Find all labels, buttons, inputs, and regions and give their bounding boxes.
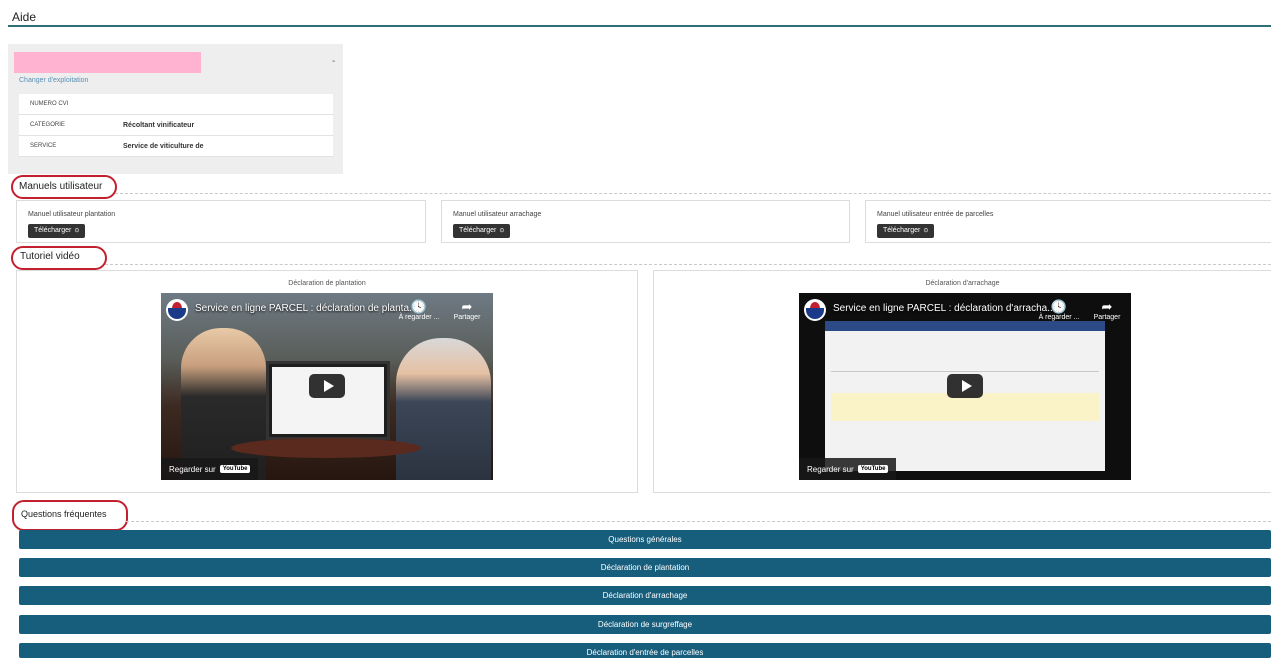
channel-logo-icon [804, 299, 826, 321]
presenter-figure [396, 338, 491, 480]
play-button-icon[interactable] [947, 374, 983, 398]
info-label: NUMERO CVI [30, 101, 69, 107]
manual-card-entree-parcelles: Manuel utilisateur entrée de parcelles T… [865, 200, 1271, 243]
video-overlay-title[interactable]: Service en ligne PARCEL : déclaration d'… [833, 303, 1056, 314]
info-label: CATEGORIE [30, 122, 65, 128]
info-value: Service de viticulture de [123, 142, 204, 150]
download-plantation-button[interactable]: Télécharger ⊙ [28, 224, 86, 238]
redacted-exploitation-name [14, 52, 201, 73]
manual-title: Manuel utilisateur entrée de parcelles [877, 211, 994, 218]
table-surface [231, 438, 421, 458]
download-label: Télécharger [883, 227, 921, 234]
faq-divider [126, 521, 1271, 522]
share-label: Partager [453, 314, 481, 321]
info-row-categorie: CATEGORIE Récoltant vinificateur [19, 115, 333, 136]
video-player-plantation[interactable]: Service en ligne PARCEL : déclaration de… [161, 293, 493, 480]
faq-questions-generales[interactable]: Questions générales [19, 530, 1271, 549]
info-row-service: SERVICE Service de viticulture de [19, 136, 333, 157]
faq-declaration-arrachage[interactable]: Déclaration d'arrachage [19, 586, 1271, 605]
video-player-arrachage[interactable]: Service en ligne PARCEL : déclaration d'… [799, 293, 1131, 480]
video-card-plantation: Déclaration de plantation Service en lig… [16, 270, 638, 493]
download-entree-parcelles-button[interactable]: Télécharger ⊙ [877, 224, 935, 238]
download-label: Télécharger [459, 227, 497, 234]
faq-declaration-entree-parcelles[interactable]: Déclaration d'entrée de parcelles [19, 643, 1271, 658]
download-icon: ⊙ [74, 228, 80, 234]
manuals-divider [115, 193, 1271, 194]
faq-declaration-surgreffage[interactable]: Déclaration de surgreffage [19, 615, 1271, 634]
manual-title: Manuel utilisateur arrachage [453, 211, 542, 218]
info-label: SERVICE [30, 143, 57, 149]
watch-on-label: Regarder sur [807, 464, 854, 474]
monitor-screen [266, 361, 390, 440]
share-button[interactable]: ➦ Partager [1085, 299, 1129, 321]
watch-on-label: Regarder sur [169, 464, 216, 474]
video-card-arrachage: Déclaration d'arrachage Service en ligne… [653, 270, 1271, 493]
manual-card-arrachage: Manuel utilisateur arrachage Télécharger… [441, 200, 850, 243]
exploitation-card: - Changer d'exploitation NUMERO CVI CATE… [8, 44, 343, 174]
watch-later-label: À regarder ... [398, 314, 440, 321]
channel-logo-icon [166, 299, 188, 321]
download-icon: ⊙ [923, 228, 929, 234]
download-icon: ⊙ [499, 228, 505, 234]
info-row-cvi: NUMERO CVI [19, 94, 333, 115]
share-label: Partager [1093, 314, 1121, 321]
change-exploitation-link[interactable]: Changer d'exploitation [19, 77, 88, 84]
faq-declaration-plantation[interactable]: Déclaration de plantation [19, 558, 1271, 577]
screen-capture-line [831, 371, 1099, 372]
download-label: Télécharger [34, 227, 72, 234]
watch-later-button[interactable]: 🕓 À regarder ... [397, 299, 441, 321]
videos-heading: Tutoriel vidéo [20, 251, 80, 262]
manual-title: Manuel utilisateur plantation [28, 211, 116, 218]
youtube-logo: YouTube [219, 465, 251, 473]
share-button[interactable]: ➦ Partager [445, 299, 489, 321]
clock-icon: 🕓 [410, 299, 428, 314]
video-overlay-title[interactable]: Service en ligne PARCEL : déclaration de… [195, 303, 417, 314]
video-title: Déclaration d'arrachage [925, 280, 1000, 287]
watch-later-button[interactable]: 🕓 À regarder ... [1037, 299, 1081, 321]
share-icon: ➦ [1101, 299, 1113, 314]
screen-capture-header [825, 321, 1105, 331]
clock-icon: 🕓 [1050, 299, 1068, 314]
manuals-heading: Manuels utilisateur [19, 181, 103, 192]
info-value: Récoltant vinificateur [123, 121, 195, 129]
watch-on-youtube-link[interactable]: Regarder sur YouTube [799, 458, 897, 480]
watch-on-youtube-link[interactable]: Regarder sur YouTube [161, 458, 259, 480]
manual-card-plantation: Manuel utilisateur plantation Télécharge… [16, 200, 426, 243]
card-dash: - [332, 56, 336, 67]
play-button-icon[interactable] [309, 374, 345, 398]
share-icon: ➦ [461, 299, 473, 314]
video-title: Déclaration de plantation [288, 280, 366, 287]
watch-later-label: À regarder ... [1038, 314, 1080, 321]
title-divider [8, 25, 1271, 27]
exploitation-info-table: NUMERO CVI CATEGORIE Récoltant vinificat… [19, 94, 333, 157]
videos-divider [105, 264, 1271, 265]
youtube-logo: YouTube [857, 465, 889, 473]
page-title: Aide [12, 10, 37, 24]
faq-heading: Questions fréquentes [21, 509, 107, 519]
download-arrachage-button[interactable]: Télécharger ⊙ [453, 224, 511, 238]
